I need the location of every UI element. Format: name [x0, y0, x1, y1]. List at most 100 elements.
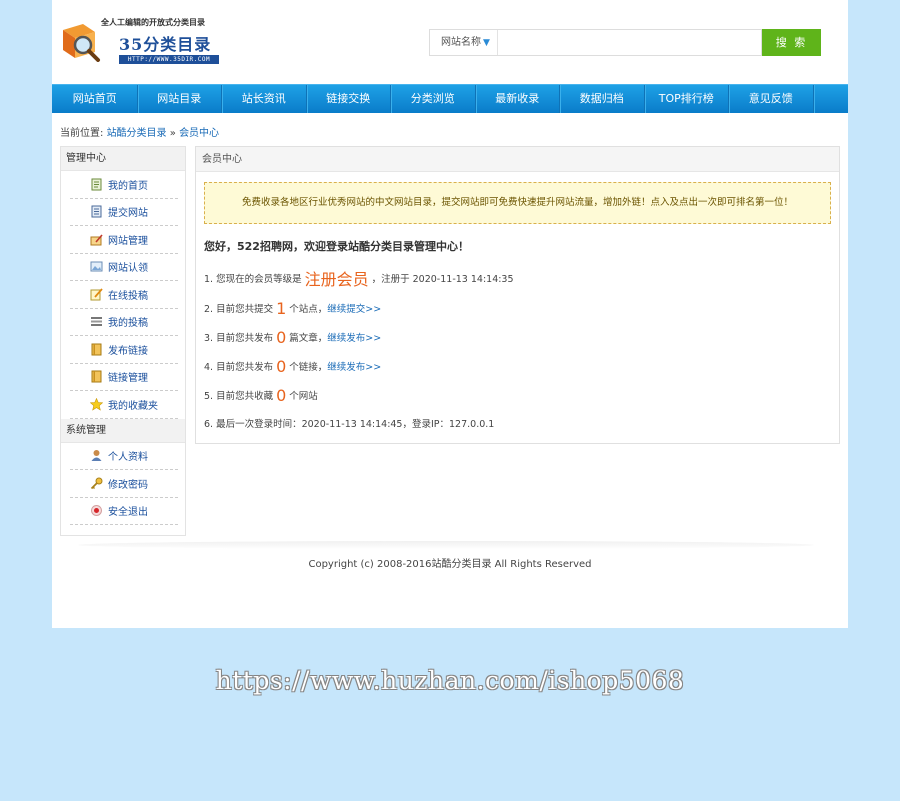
search-button[interactable]: 搜 索	[762, 29, 821, 56]
logout-icon	[91, 505, 102, 517]
site-logo[interactable]: 全人工编辑的开放式分类目录 35分类目录 HTTP://WWW.35DIR.CO…	[61, 15, 219, 67]
footer-divider	[78, 541, 814, 549]
member-level-value: 注册会员	[304, 270, 369, 289]
sidebar-item-label: 修改密码	[108, 479, 148, 491]
stat-text: 个网站	[289, 391, 318, 402]
sidebar-item-favorites[interactable]: 我的收藏夹	[70, 391, 178, 419]
submit-doc-icon	[91, 205, 102, 218]
sidebar-list-management: 我的首页 提交网站 网站管理 网站认领 在线投稿 我的投稿 发布链接 链接管理 …	[61, 171, 185, 419]
book-icon	[91, 343, 102, 356]
nav-item-directory[interactable]: 网站目录	[138, 85, 222, 113]
nav-item-categories[interactable]: 分类浏览	[391, 85, 476, 113]
sidebar-item-logout[interactable]: 安全退出	[70, 498, 178, 525]
stat-last-login: 6. 最后一次登录时间：2020-11-13 14:14:45，登录IP：127…	[204, 419, 495, 430]
breadcrumb-current-link[interactable]: 会员中心	[179, 128, 219, 139]
watermark: https://www.huzhan.com/ishop5068	[215, 666, 685, 695]
stat-text: 个站点，	[289, 304, 328, 315]
logo-tagline: 全人工编辑的开放式分类目录	[101, 17, 205, 27]
list-icon	[91, 317, 102, 327]
sidebar-item-label: 链接管理	[108, 373, 148, 385]
links-count: 0	[276, 356, 287, 376]
logo-url: HTTP://WWW.35DIR.COM	[119, 55, 219, 64]
stat-text: 4. 目前您共发布	[204, 362, 274, 373]
folder-pen-icon	[90, 234, 103, 246]
member-center-panel: 会员中心 免费收录各地区行业优秀网站的中文网站目录，提交网站即可免费快速提升网站…	[195, 146, 840, 444]
stat-sites-submitted: 2. 目前您共提交 1 个站点， 继续提交>>	[204, 298, 381, 318]
stat-links-published: 4. 目前您共发布 0 个链接， 继续发布>>	[204, 356, 381, 376]
search-type-select[interactable]: 网站名称 ▼	[430, 30, 498, 55]
sidebar-section-title: 系统管理	[61, 418, 185, 443]
breadcrumb-separator: »	[169, 128, 176, 139]
sidebar-item-my-home[interactable]: 我的首页	[70, 171, 178, 199]
sidebar-list-system: 个人资料 修改密码 安全退出	[61, 443, 185, 525]
user-icon	[91, 450, 102, 462]
search-box: 网站名称 ▼	[429, 29, 762, 56]
search-input[interactable]	[500, 32, 758, 53]
panel-title: 会员中心	[196, 147, 839, 172]
main-nav: 网站首页 网站目录 站长资讯 链接交换 分类浏览 最新收录 数据归档 TOP排行…	[52, 84, 848, 113]
copyright: Copyright (c) 2008-2016站酷分类目录 All Rights…	[308, 559, 592, 570]
search-type-label: 网站名称	[441, 37, 481, 48]
nav-item-news[interactable]: 站长资讯	[222, 85, 307, 113]
stat-text: ，注册于 2020-11-13 14:14:35	[371, 274, 514, 285]
stat-text: 2. 目前您共提交	[204, 304, 274, 315]
sidebar-item-change-password[interactable]: 修改密码	[70, 470, 178, 498]
search-bar: 网站名称 ▼ 搜 索	[429, 29, 821, 56]
page-container: 全人工编辑的开放式分类目录 35分类目录 HTTP://WWW.35DIR.CO…	[52, 0, 848, 628]
sidebar-item-label: 我的收藏夹	[108, 400, 158, 412]
nav-item-link-exchange[interactable]: 链接交换	[307, 85, 391, 113]
sidebar-item-label: 网站管理	[108, 235, 148, 247]
sidebar-item-label: 网站认领	[108, 263, 148, 275]
articles-count: 0	[276, 327, 287, 347]
favorites-count: 0	[276, 385, 287, 405]
sidebar-item-label: 安全退出	[108, 507, 148, 519]
breadcrumb: 当前位置: 站酷分类目录 » 会员中心	[60, 124, 219, 139]
nav-item-latest[interactable]: 最新收录	[476, 85, 560, 113]
nav-item-archive[interactable]: 数据归档	[560, 85, 645, 113]
sidebar-item-online-post[interactable]: 在线投稿	[70, 281, 178, 309]
sidebar-item-label: 我的首页	[108, 180, 148, 192]
continue-publish-link-link[interactable]: 继续发布>>	[327, 359, 381, 373]
welcome-message: 您好，522招聘网，欢迎登录站酷分类目录管理中心！	[204, 240, 469, 253]
sidebar-item-my-posts[interactable]: 我的投稿	[70, 309, 178, 336]
sidebar-item-publish-link[interactable]: 发布链接	[70, 336, 178, 364]
stat-articles-published: 3. 目前您共发布 0 篇文章， 继续发布>>	[204, 327, 381, 347]
notice-box: 免费收录各地区行业优秀网站的中文网站目录，提交网站即可免费快速提升网站流量，增加…	[204, 182, 831, 224]
nav-item-feedback[interactable]: 意见反馈	[729, 85, 814, 113]
home-doc-icon	[91, 178, 102, 191]
sidebar-item-label: 个人资料	[108, 452, 148, 464]
sidebar-item-site-claim[interactable]: 网站认领	[70, 254, 178, 281]
sidebar-item-profile[interactable]: 个人资料	[70, 443, 178, 470]
nav-item-top[interactable]: TOP排行榜	[645, 85, 729, 113]
note-pen-icon	[90, 288, 103, 301]
sidebar-item-submit-site[interactable]: 提交网站	[70, 199, 178, 226]
stat-member-level: 1. 您现在的会员等级是 注册会员 ，注册于 2020-11-13 14:14:…	[204, 268, 514, 289]
sidebar-item-label: 在线投稿	[108, 290, 148, 302]
stat-text: 个链接，	[289, 362, 328, 373]
sidebar: 管理中心 我的首页 提交网站 网站管理 网站认领 在线投稿 我的投稿 发布链接 …	[60, 146, 186, 536]
book-magnifier-icon	[63, 24, 100, 62]
star-icon	[90, 397, 103, 411]
continue-submit-link[interactable]: 继续提交>>	[327, 301, 381, 315]
breadcrumb-prefix: 当前位置:	[60, 128, 104, 139]
sidebar-item-label: 提交网站	[108, 208, 148, 220]
stat-favorites: 5. 目前您共收藏 0 个网站	[204, 385, 318, 405]
sidebar-section-title: 管理中心	[61, 147, 185, 171]
stat-text: 3. 目前您共发布	[204, 333, 274, 344]
breadcrumb-home-link[interactable]: 站酷分类目录	[107, 128, 167, 139]
stat-text: 篇文章，	[289, 333, 328, 344]
sites-count: 1	[276, 298, 287, 318]
book-icon	[91, 370, 102, 383]
nav-item-home[interactable]: 网站首页	[53, 85, 138, 113]
sidebar-item-site-manage[interactable]: 网站管理	[70, 226, 178, 254]
sidebar-item-link-manage[interactable]: 链接管理	[70, 364, 178, 391]
sidebar-item-label: 发布链接	[108, 345, 148, 357]
stat-text: 1. 您现在的会员等级是	[204, 274, 302, 285]
key-icon	[90, 477, 103, 489]
image-icon	[90, 261, 103, 272]
logo-name: 35分类目录	[119, 35, 212, 54]
stat-text: 5. 目前您共收藏	[204, 391, 274, 402]
chevron-down-icon: ▼	[483, 38, 490, 48]
continue-publish-article-link[interactable]: 继续发布>>	[327, 330, 381, 344]
sidebar-item-label: 我的投稿	[108, 318, 148, 330]
